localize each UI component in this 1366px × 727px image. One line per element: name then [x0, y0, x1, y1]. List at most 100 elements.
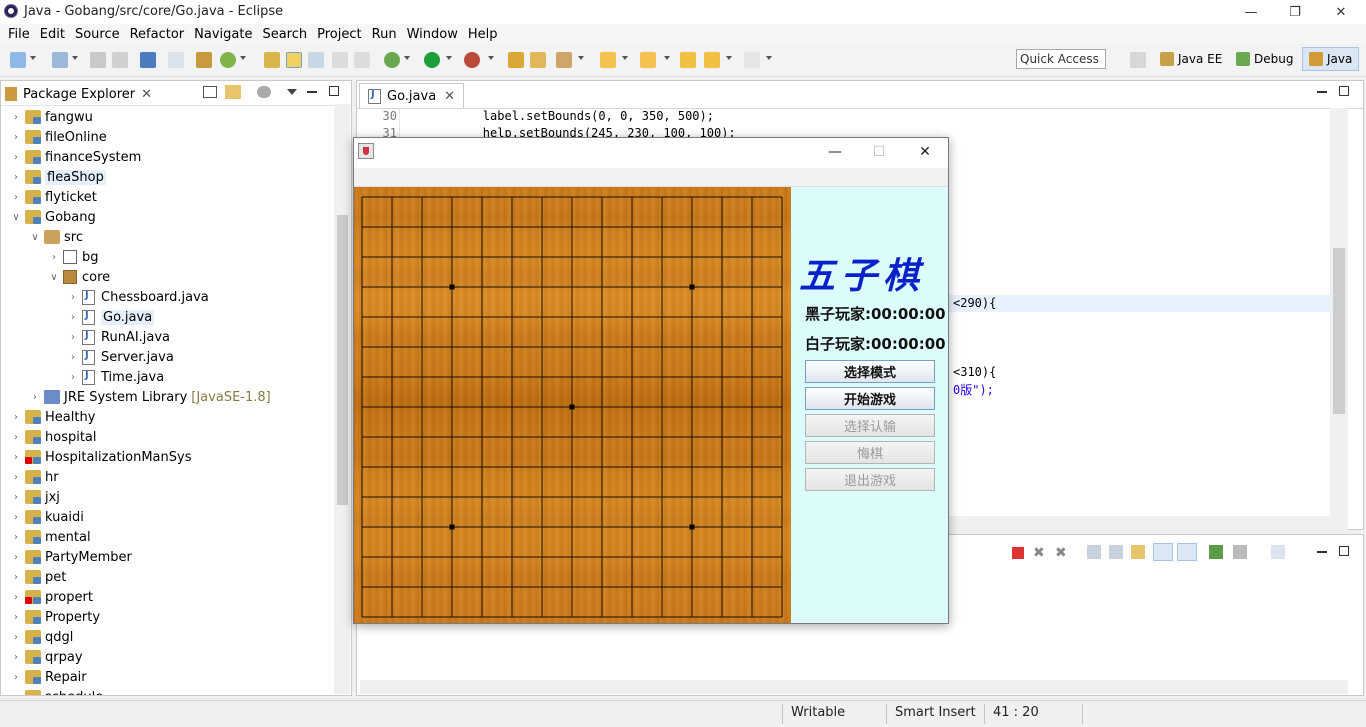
back-dropdown-icon[interactable] — [726, 56, 732, 60]
menu-edit[interactable]: Edit — [32, 27, 65, 42]
tree-item[interactable]: › qdgl — [11, 627, 73, 647]
chevron-right-icon[interactable]: › — [11, 412, 21, 423]
tree-item[interactable]: ∨ Gobang — [11, 207, 95, 227]
remove-all-icon[interactable]: ✖ — [1055, 545, 1067, 561]
perspective-debug[interactable]: Debug — [1236, 47, 1293, 71]
tree-item[interactable]: › qrpay — [11, 647, 83, 667]
external-tools-icon[interactable] — [464, 52, 480, 68]
new-window-icon[interactable] — [52, 52, 68, 68]
tab-go-java[interactable]: Go.java ✕ — [359, 83, 465, 108]
open-perspective-icon[interactable] — [1130, 52, 1146, 68]
tree-item[interactable]: › Repair — [11, 667, 87, 687]
back-icon[interactable] — [704, 52, 720, 68]
code-fragment[interactable]: 0版"); — [953, 381, 994, 397]
minimize-editor-icon[interactable] — [1317, 91, 1327, 93]
tree-item[interactable]: › PartyMember — [11, 547, 132, 567]
skip-breakpoints-icon[interactable] — [168, 52, 184, 68]
next-annotation-icon[interactable] — [600, 52, 616, 68]
tree-item[interactable]: › flyticket — [11, 187, 97, 207]
display-console-icon[interactable] — [1233, 545, 1247, 559]
debug-icon[interactable] — [384, 52, 400, 68]
dropdown-icon[interactable] — [664, 56, 670, 60]
terminate-icon[interactable] — [1012, 547, 1024, 559]
menu-source[interactable]: Source — [67, 27, 120, 42]
focus-icon[interactable] — [257, 86, 271, 98]
close-button[interactable]: ✕ — [1318, 0, 1364, 24]
code-fragment[interactable]: <310){ — [953, 365, 996, 381]
restore-button[interactable]: ❐ — [1272, 0, 1318, 24]
tree-item[interactable]: › HospitalizationManSys — [11, 447, 192, 467]
tree-item[interactable]: › hospital — [11, 427, 97, 447]
chevron-right-icon[interactable]: › — [11, 492, 21, 503]
edit-icon[interactable] — [556, 52, 572, 68]
forward-icon[interactable] — [744, 52, 760, 68]
chevron-right-icon[interactable]: › — [11, 132, 21, 143]
dropdown-icon[interactable] — [622, 56, 628, 60]
new-icon[interactable] — [10, 52, 26, 68]
tree-item[interactable]: › bg — [49, 247, 99, 267]
show-on-output-icon[interactable] — [1153, 543, 1173, 561]
chevron-right-icon[interactable]: › — [11, 452, 21, 463]
tree-item[interactable]: › kuaidi — [11, 507, 84, 527]
dropdown-icon[interactable] — [578, 56, 584, 60]
chevron-right-icon[interactable]: › — [68, 292, 78, 303]
dropdown-icon[interactable] — [72, 56, 78, 60]
chevron-right-icon[interactable]: › — [11, 432, 21, 443]
run-dropdown-icon[interactable] — [446, 56, 452, 60]
collapse-all-icon[interactable] — [203, 86, 217, 98]
open-file-icon[interactable] — [530, 52, 546, 68]
chevron-right-icon[interactable]: › — [68, 332, 78, 343]
forward-dropdown-icon[interactable] — [766, 56, 772, 60]
chevron-right-icon[interactable]: › — [11, 512, 21, 523]
menu-refactor[interactable]: Refactor — [122, 27, 185, 42]
menu-search[interactable]: Search — [254, 27, 307, 42]
chevron-right-icon[interactable]: › — [68, 312, 78, 323]
save-all-icon[interactable] — [112, 52, 128, 68]
clear-console-icon[interactable] — [1087, 545, 1101, 559]
perspective-java-ee[interactable]: Java EE — [1160, 47, 1222, 71]
link-editor-icon[interactable] — [225, 85, 241, 99]
menu-run[interactable]: Run — [364, 27, 397, 42]
tree-item[interactable]: ∨ src — [30, 227, 83, 247]
board-grid[interactable] — [354, 187, 791, 623]
maximize-view-icon[interactable] — [329, 86, 339, 96]
close-tab-icon[interactable]: ✕ — [444, 89, 455, 104]
chevron-right-icon[interactable]: › — [11, 532, 21, 543]
chevron-right-icon[interactable]: › — [11, 112, 21, 123]
chevron-down-icon[interactable]: ∨ — [30, 232, 40, 243]
quick-access-input[interactable]: Quick Access — [1016, 49, 1106, 69]
tree-item[interactable]: › Chessboard.java — [68, 287, 209, 307]
code-line[interactable]: label.setBounds(0, 0, 350, 500); — [425, 109, 714, 125]
tree-item[interactable]: › Healthy — [11, 407, 95, 427]
select-mode-button[interactable]: 选择模式 — [805, 360, 935, 383]
menu-file[interactable]: File — [0, 27, 30, 42]
view-menu-icon[interactable] — [287, 89, 297, 95]
chevron-right-icon[interactable]: › — [11, 652, 21, 663]
scroll-lock-icon[interactable] — [1109, 545, 1123, 559]
gobang-close-button[interactable]: ✕ — [902, 138, 948, 166]
chevron-right-icon[interactable]: › — [49, 252, 59, 263]
new-java-project-icon[interactable] — [196, 52, 212, 68]
tab-package-explorer[interactable]: Package Explorer ✕ — [5, 83, 152, 105]
code-fragment[interactable]: <290){ — [953, 296, 996, 312]
chevron-right-icon[interactable]: › — [30, 392, 40, 403]
menu-navigate[interactable]: Navigate — [186, 27, 252, 42]
tree-item[interactable]: › Time.java — [68, 367, 164, 387]
remove-launch-icon[interactable]: ✖ — [1033, 545, 1045, 561]
chevron-right-icon[interactable]: › — [11, 572, 21, 583]
new-dropdown-icon[interactable] — [30, 56, 36, 60]
minimize-view-icon[interactable] — [307, 91, 317, 93]
prev-annotation-icon[interactable] — [640, 52, 656, 68]
chevron-right-icon[interactable]: › — [11, 632, 21, 643]
console-icon[interactable] — [140, 52, 156, 68]
run-icon[interactable] — [424, 52, 440, 68]
open-console-icon[interactable] — [1271, 545, 1285, 559]
tree-item[interactable]: › JRE System Library [JavaSE-1.8] — [30, 387, 271, 407]
menu-help[interactable]: Help — [460, 27, 498, 42]
close-tab-icon[interactable]: ✕ — [141, 87, 152, 102]
pin-console-icon[interactable] — [1209, 545, 1223, 559]
mark-occurrences-icon[interactable] — [286, 52, 302, 68]
dropdown-icon[interactable] — [488, 56, 494, 60]
tree-item[interactable]: › fangwu — [11, 107, 93, 127]
perspective-java[interactable]: Java — [1302, 47, 1360, 71]
